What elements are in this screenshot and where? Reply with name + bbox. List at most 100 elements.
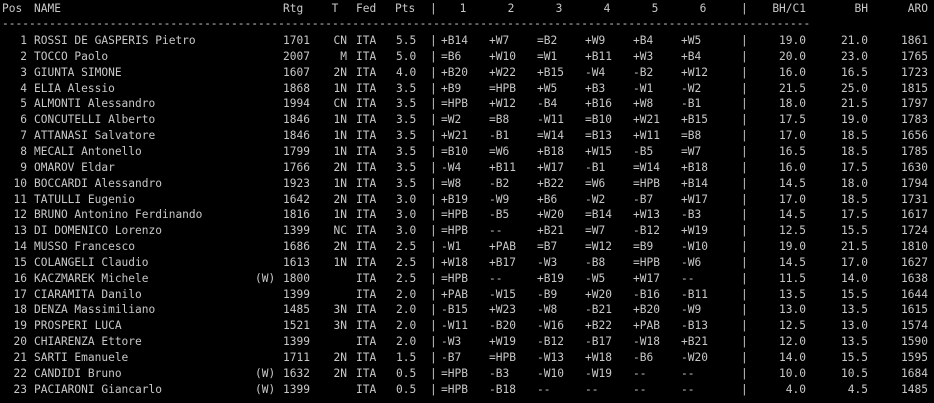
fed-cell: ITA bbox=[356, 224, 377, 238]
table-row: 5 ALMONTI Alessandro 1994 CN ITA 3.5 | =HPB +W12… bbox=[0, 96, 934, 112]
name-cell: KACZMAREK Michele bbox=[34, 271, 149, 285]
bh-c1-cell: 17.5 bbox=[779, 113, 806, 127]
bar-cell: | bbox=[741, 351, 748, 364]
title-cell: 2N bbox=[333, 160, 347, 174]
round-6-cell: +W17 bbox=[681, 192, 708, 206]
header-round-6: 6 bbox=[699, 2, 707, 15]
round-3-cell: =W1 bbox=[537, 49, 558, 63]
bh-c1-cell: 17.0 bbox=[779, 192, 806, 206]
bar-cell: | bbox=[430, 34, 437, 47]
round-3-cell: +B15 bbox=[537, 65, 564, 79]
pos-cell: 3 bbox=[20, 65, 27, 79]
withdrawn-cell: (W) bbox=[255, 382, 276, 396]
round-2-cell: +W10 bbox=[489, 49, 516, 63]
aro-cell: 1590 bbox=[901, 335, 928, 349]
round-1-cell: -W1 bbox=[441, 240, 462, 254]
pos-cell: 12 bbox=[13, 208, 27, 222]
pos-cell: 6 bbox=[20, 113, 27, 127]
fed-cell: ITA bbox=[356, 303, 377, 317]
round-6-cell: -- bbox=[681, 366, 695, 380]
bar-cell: | bbox=[741, 129, 748, 143]
round-2-cell: -W15 bbox=[489, 287, 516, 301]
pts-cell: 3.5 bbox=[396, 81, 417, 95]
bh-c1-cell: 10.0 bbox=[779, 366, 806, 380]
round-1-cell: -W4 bbox=[441, 160, 462, 174]
name-cell: CIARAMITA Danilo bbox=[34, 287, 142, 301]
rtg-cell: 1846 bbox=[283, 113, 310, 127]
round-6-cell: +W19 bbox=[681, 224, 708, 238]
aro-cell: 1595 bbox=[901, 351, 928, 364]
name-cell: BRUNO Antonino Ferdinando bbox=[34, 208, 203, 222]
withdrawn-cell bbox=[255, 112, 281, 128]
round-3-cell: =B7 bbox=[537, 240, 558, 254]
round-5-cell: -- bbox=[633, 366, 647, 380]
round-4-cell: =W7 bbox=[585, 224, 606, 238]
table-row: 11 TATULLI Eugenio 1642 2N ITA 3.0 | +B19 -W9 +B6… bbox=[0, 192, 934, 208]
round-5-cell: +W13 bbox=[633, 208, 660, 222]
round-2-cell: -- bbox=[489, 271, 503, 285]
bar-cell: | bbox=[430, 335, 437, 349]
header-t: T bbox=[331, 2, 339, 15]
round-2-cell: +B17 bbox=[489, 255, 516, 269]
round-5-cell: +W8 bbox=[633, 97, 654, 111]
title-cell: CN bbox=[333, 97, 347, 111]
header-name: NAME bbox=[34, 2, 61, 15]
withdrawn-cell bbox=[255, 287, 281, 303]
fed-cell: ITA bbox=[356, 255, 377, 269]
bar-cell: | bbox=[430, 97, 437, 111]
aro-cell: 1797 bbox=[901, 97, 928, 111]
bh-c1-cell: 12.5 bbox=[779, 319, 806, 333]
round-3-cell: +B21 bbox=[537, 224, 564, 238]
round-4-cell: =B14 bbox=[585, 208, 612, 222]
pos-cell: 2 bbox=[20, 49, 27, 63]
round-1-cell: =HPB bbox=[441, 97, 468, 111]
round-2-cell: +W7 bbox=[489, 34, 510, 47]
bh-cell: 16.5 bbox=[841, 65, 868, 79]
aro-cell: 1785 bbox=[901, 144, 928, 158]
round-4-cell: -W2 bbox=[585, 192, 606, 206]
fed-cell: ITA bbox=[356, 34, 377, 47]
bar-cell: | bbox=[430, 192, 437, 206]
round-5-cell: -- bbox=[633, 382, 647, 396]
round-6-cell: +B15 bbox=[681, 113, 708, 127]
round-5-cell: -B5 bbox=[633, 144, 654, 158]
fed-cell: ITA bbox=[356, 208, 377, 222]
round-6-cell: +B21 bbox=[681, 335, 708, 349]
pts-cell: 1.5 bbox=[396, 351, 417, 364]
round-3-cell: +W5 bbox=[537, 81, 558, 95]
round-5-cell: -W18 bbox=[633, 335, 660, 349]
round-5-cell: =HPB bbox=[633, 176, 660, 190]
fed-cell: ITA bbox=[356, 144, 377, 158]
bh-cell: 17.5 bbox=[841, 160, 868, 174]
round-5-cell: -B7 bbox=[633, 192, 654, 206]
pts-cell: 4.0 bbox=[396, 65, 417, 79]
round-4-cell: -B17 bbox=[585, 335, 612, 349]
round-3-cell: +W17 bbox=[537, 160, 564, 174]
header-bar-2: | bbox=[741, 2, 748, 15]
bh-c1-cell: 12.0 bbox=[779, 335, 806, 349]
title-cell: 1N bbox=[333, 176, 347, 190]
round-1-cell: -W11 bbox=[441, 319, 468, 333]
pts-cell: 2.0 bbox=[396, 319, 417, 333]
aro-cell: 1815 bbox=[901, 81, 928, 95]
title-cell: 2N bbox=[333, 351, 347, 364]
round-3-cell: -W10 bbox=[537, 366, 564, 380]
fed-cell: ITA bbox=[356, 351, 377, 364]
round-5-cell: -B12 bbox=[633, 224, 660, 238]
round-3-cell: -B9 bbox=[537, 287, 558, 301]
rtg-cell: 1632 bbox=[283, 366, 310, 380]
rtg-cell: 1868 bbox=[283, 81, 310, 95]
bar-cell: | bbox=[741, 319, 748, 333]
pos-cell: 11 bbox=[13, 192, 27, 206]
table-row: 10 BOCCARDI Alessandro 1923 1N ITA 3.5 | =W8 -B2… bbox=[0, 176, 934, 192]
title-cell: 1N bbox=[333, 113, 347, 127]
aro-cell: 1684 bbox=[901, 366, 928, 380]
fed-cell: ITA bbox=[356, 335, 377, 349]
bar-cell: | bbox=[741, 81, 748, 95]
round-2-cell: -- bbox=[489, 224, 503, 238]
rtg-cell: 1799 bbox=[283, 144, 310, 158]
pos-cell: 16 bbox=[13, 271, 27, 285]
bar-cell: | bbox=[741, 176, 748, 190]
bh-cell: 23.0 bbox=[841, 49, 868, 63]
title-cell: 1N bbox=[333, 129, 347, 143]
